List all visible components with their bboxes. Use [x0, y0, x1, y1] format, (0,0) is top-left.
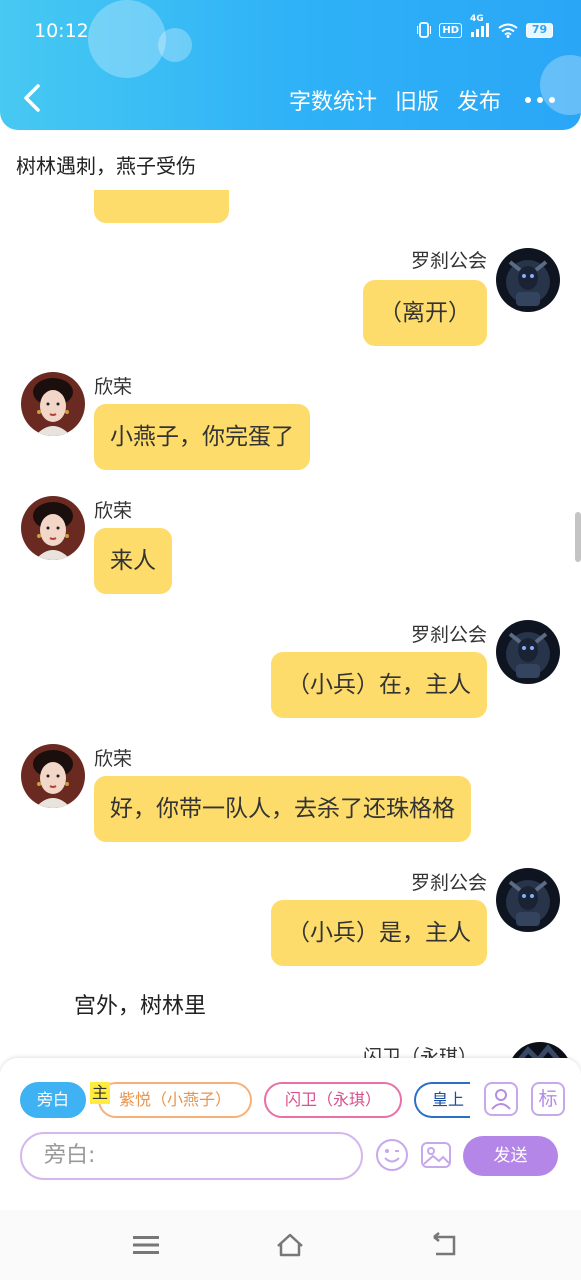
- armor-avatar-icon: [496, 620, 560, 684]
- back-nav-icon[interactable]: [430, 1232, 460, 1258]
- role-chip[interactable]: 闪卫（永琪）: [264, 1082, 402, 1118]
- status-time: 10:12: [34, 20, 89, 42]
- narration-input[interactable]: 旁白:: [20, 1132, 363, 1180]
- scene-narration: 宫外，树林里: [74, 994, 207, 1019]
- avatar[interactable]: [496, 620, 560, 684]
- send-button[interactable]: 发送: [463, 1136, 558, 1176]
- app-header: 10:12 HD 4G 79 字数统计 旧版 发布: [0, 0, 581, 130]
- image-icon[interactable]: [419, 1138, 453, 1172]
- role-chip[interactable]: 紫悦（小燕子）: [98, 1082, 252, 1118]
- message-bubble[interactable]: （离开）: [363, 280, 487, 346]
- status-icons: HD 4G 79: [417, 14, 553, 38]
- role-chip-narration[interactable]: 旁白: [20, 1082, 86, 1118]
- avatar[interactable]: [508, 1042, 572, 1058]
- avatar[interactable]: [21, 496, 85, 560]
- back-icon[interactable]: [18, 80, 48, 116]
- home-icon[interactable]: [275, 1232, 305, 1258]
- publish-button[interactable]: 发布: [457, 84, 501, 116]
- message-bubble[interactable]: 小燕子，你完蛋了: [94, 404, 310, 470]
- dark-avatar-icon: [508, 1042, 572, 1058]
- old-version-button[interactable]: 旧版: [395, 84, 439, 116]
- more-icon[interactable]: [525, 97, 555, 103]
- message-bubble[interactable]: （小兵）是，主人: [271, 900, 487, 966]
- system-nav-bar: [0, 1210, 581, 1280]
- role-chip[interactable]: 皇上: [414, 1082, 470, 1118]
- sender-name: 罗刹公会: [410, 250, 487, 272]
- composer-panel: 旁白 紫悦（小燕子） 主 闪卫（永琪） 皇上 标 旁白: 发送: [0, 1058, 581, 1210]
- sender-name: 欣荣: [94, 500, 133, 522]
- hd-badge: HD: [439, 22, 462, 38]
- emoji-icon[interactable]: [375, 1138, 409, 1172]
- armor-avatar-icon: [496, 868, 560, 932]
- sender-name: 罗刹公会: [410, 624, 487, 646]
- avatar[interactable]: [496, 868, 560, 932]
- lady-avatar-icon: [21, 372, 85, 436]
- sender-name: 欣荣: [94, 376, 133, 398]
- chat-area[interactable]: 罗刹公会 （离开） 欣荣 小燕子，你完蛋了 欣荣 来人 罗刹公会 （小兵）在，主…: [0, 190, 581, 1058]
- chapter-title: 树林遇刺，燕子受伤: [16, 154, 196, 178]
- network-label: 4G: [470, 14, 490, 37]
- main-role-tag: 主: [90, 1082, 110, 1104]
- decor-bubble: [88, 0, 166, 78]
- mark-button[interactable]: 标: [531, 1082, 565, 1116]
- sender-name: 罗刹公会: [410, 872, 487, 894]
- add-role-icon[interactable]: [484, 1082, 518, 1116]
- lady-avatar-icon: [21, 496, 85, 560]
- battery-icon: 79: [526, 22, 553, 38]
- message-bubble[interactable]: （小兵）在，主人: [271, 652, 487, 718]
- menu-icon[interactable]: [131, 1232, 161, 1258]
- avatar[interactable]: [21, 372, 85, 436]
- scrollbar[interactable]: [575, 512, 581, 562]
- decor-bubble: [158, 28, 192, 62]
- lady-avatar-icon: [21, 744, 85, 808]
- signal-icon: [471, 23, 489, 37]
- avatar[interactable]: [21, 744, 85, 808]
- avatar[interactable]: [496, 248, 560, 312]
- sender-name: 闪卫（永琪）: [362, 1046, 477, 1058]
- header-actions: 字数统计 旧版 发布: [289, 84, 555, 116]
- message-bubble[interactable]: 好，你带一队人，去杀了还珠格格: [94, 776, 471, 842]
- armor-avatar-icon: [496, 248, 560, 312]
- sender-name: 欣荣: [94, 748, 133, 770]
- vibrate-icon: [417, 22, 432, 38]
- word-count-button[interactable]: 字数统计: [289, 84, 377, 116]
- message-bubble[interactable]: 来人: [94, 528, 172, 594]
- message-bubble-partial: [94, 190, 229, 223]
- wifi-icon: [498, 23, 518, 38]
